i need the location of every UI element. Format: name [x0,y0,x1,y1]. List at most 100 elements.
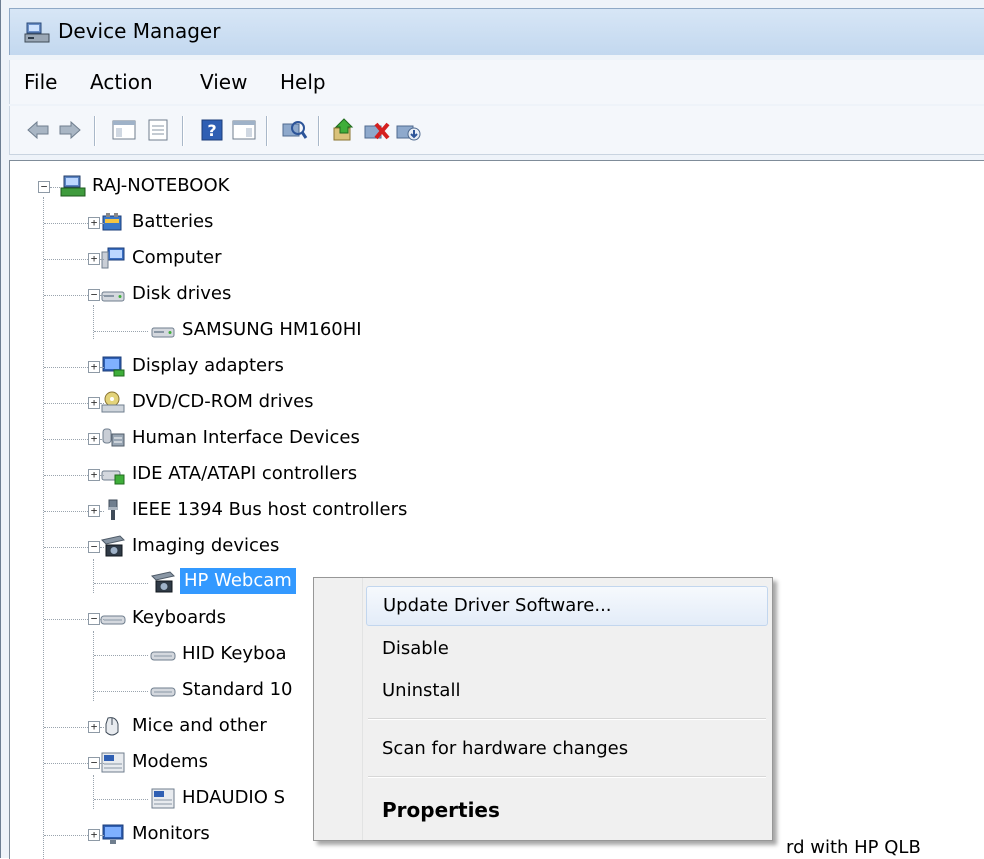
tree-connector [100,547,104,548]
expander-expand[interactable]: + [88,397,100,409]
menu-item-label: Scan for hardware changes [382,738,629,759]
tree-connector [100,727,104,728]
expander-collapse[interactable]: − [88,541,100,553]
tree-item-label: DVD/CD-ROM drives [132,391,314,412]
menu-separator [368,776,766,778]
tree-connector [44,223,88,224]
hid-icon [102,428,125,447]
tree-item-label: IEEE 1394 Bus host controllers [132,499,408,520]
tree-item-label: Human Interface Devices [132,427,360,448]
menu-item-label: Disable [382,638,449,659]
context-menu-gutter [314,578,363,840]
expander-expand[interactable]: + [88,721,100,733]
enable-icon[interactable] [394,116,422,144]
update-driver-software-menu-item[interactable]: Update Driver Software... [366,586,768,626]
tree-root-label: RAJ-NOTEBOOK [92,175,230,196]
tree-connector [44,259,88,260]
expander-expand[interactable]: + [88,217,100,229]
tree-item-label: IDE ATA/ATAPI controllers [132,463,358,484]
menu-bar: File Action View Help [9,60,984,104]
camera-icon [101,535,125,557]
toolbar-separator [318,116,320,146]
expander-expand[interactable]: + [88,253,100,265]
properties-icon[interactable] [144,116,172,144]
device-manager-icon [24,22,50,43]
tree-connector [93,775,94,809]
tree-connector [100,403,104,404]
tree-connector [94,691,148,692]
computer-icon [60,175,86,197]
expander-collapse[interactable]: − [38,181,50,193]
show-hide-console-tree-icon[interactable] [110,116,138,144]
keyboard-icon [150,687,176,697]
tree-item-label: Standard 10 [182,679,293,700]
tree-connector [94,799,148,800]
tree-connector [94,583,148,584]
tree-connector [100,619,104,620]
tree-item-label: Modems [132,751,208,772]
expander-expand[interactable]: + [88,433,100,445]
back-icon[interactable] [24,116,52,144]
expander-expand[interactable]: + [88,469,100,481]
forward-icon[interactable] [56,116,84,144]
modem-icon [151,788,175,809]
tree-connector [44,763,88,764]
show-action-pane-icon[interactable] [230,116,258,144]
expander-expand[interactable]: + [88,505,100,517]
tree-item-label: Display adapters [132,355,284,376]
menu-item-label: Uninstall [382,680,461,701]
tree-connector [100,511,104,512]
toolbar: ? [9,106,984,155]
toolbar-separator [182,116,184,146]
uninstall-icon[interactable] [362,116,390,144]
tree-connector [94,331,148,332]
tree-connector [94,655,148,656]
title-bar[interactable]: Device Manager [9,8,984,55]
scan-for-hardware-changes-menu-item[interactable]: Scan for hardware changes [366,730,766,768]
properties-menu-item[interactable]: Properties [366,790,766,828]
uninstall-menu-item[interactable]: Uninstall [366,672,766,710]
camera-icon [151,571,175,593]
tree-connector [44,835,88,836]
menu-separator [368,718,766,720]
context-menu: Update Driver Software... Disable Uninst… [313,577,773,841]
device-manager-window: Device Manager File Action View Help ? −… [0,0,984,859]
expander-collapse[interactable]: − [88,289,100,301]
tree-connector [44,367,88,368]
help-icon[interactable]: ? [198,116,226,144]
tree-connector [93,305,94,339]
menu-help[interactable]: Help [278,70,328,94]
expander-collapse[interactable]: − [88,757,100,769]
menu-action[interactable]: Action [88,70,155,94]
tree-connector [50,187,60,188]
truncated-device-text: rd with HP QLB [786,837,921,858]
expander-expand[interactable]: + [88,361,100,373]
keyboard-icon [100,615,126,625]
menu-item-label: Properties [382,798,500,822]
tree-connector [44,619,88,620]
disable-menu-item[interactable]: Disable [366,630,766,668]
tree-connector [44,439,88,440]
update-driver-icon[interactable] [330,116,358,144]
modem-icon [101,752,125,773]
menu-item-label: Update Driver Software... [383,595,612,616]
expander-collapse[interactable]: − [88,613,100,625]
tree-connector [100,259,104,260]
firewire-icon [108,499,118,520]
tree-connector [100,295,104,296]
tree-item-label: Monitors [132,823,210,844]
expander-expand[interactable]: + [88,829,100,841]
menu-view[interactable]: View [198,70,249,94]
menu-file[interactable]: File [22,70,59,94]
monitor-icon [102,824,124,844]
tree-connector [100,763,104,764]
tree-item-label: HID Keyboa [182,643,287,664]
tree-item-label: Batteries [132,211,214,232]
scan-hardware-icon[interactable] [280,116,308,144]
svg-text:?: ? [207,121,216,140]
tree-connector [100,439,104,440]
mouse-icon [105,717,119,736]
tree-item-label: Keyboards [132,607,226,628]
tree-connector [44,403,88,404]
tree-connector [44,475,88,476]
